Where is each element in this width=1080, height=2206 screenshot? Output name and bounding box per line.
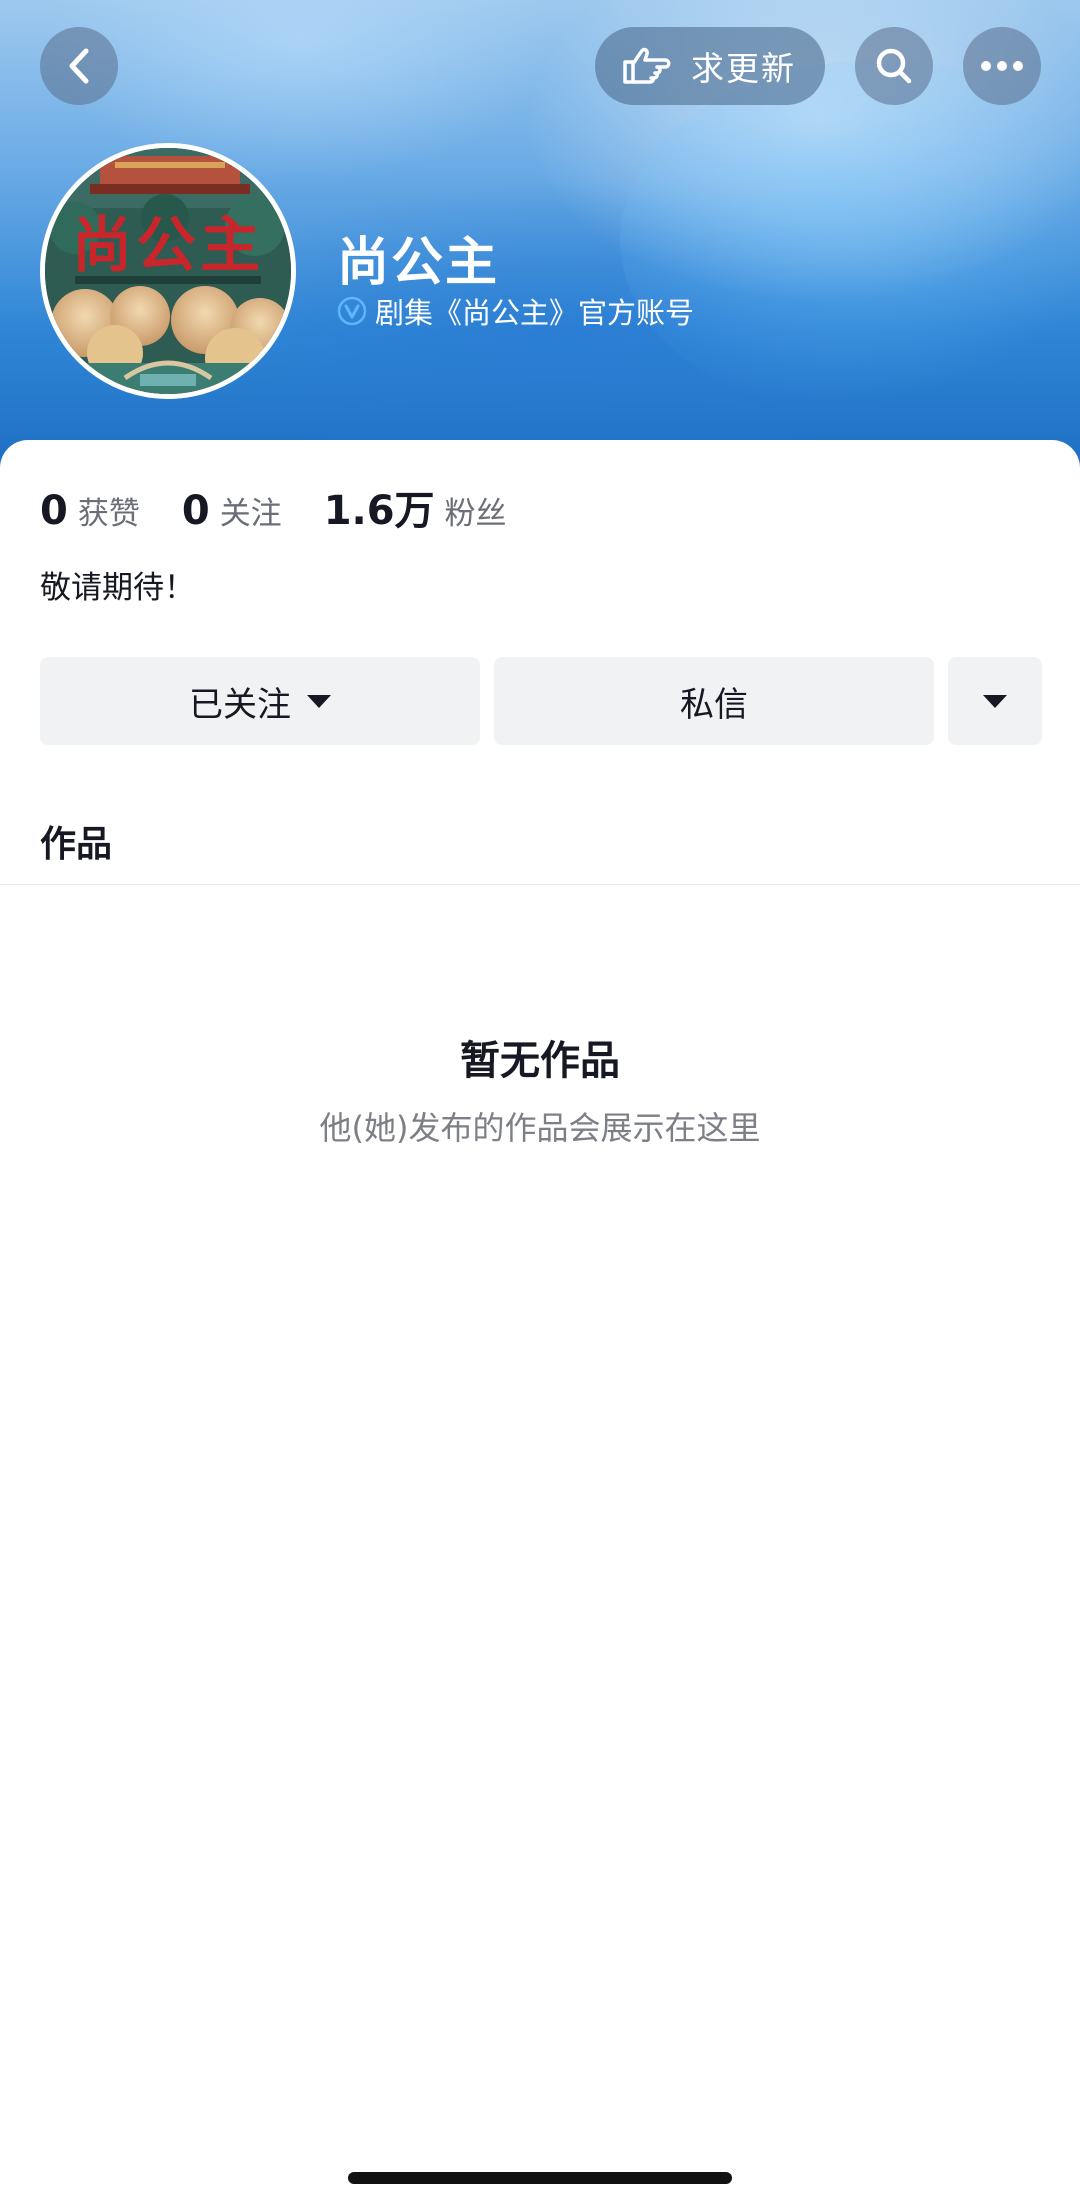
empty-state-subtitle: 他(她)发布的作品会展示在这里	[319, 1109, 761, 1147]
more-button[interactable]	[963, 27, 1041, 105]
profile-name: 尚公主	[337, 233, 500, 293]
tab-works[interactable]: 作品	[40, 815, 112, 867]
empty-state-title: 暂无作品	[460, 1038, 620, 1084]
caret-down-icon	[983, 694, 1007, 708]
back-button[interactable]	[40, 27, 118, 105]
stat-value: 0	[181, 488, 210, 534]
stat-likes[interactable]: 0 获赞	[40, 488, 140, 534]
verified-icon	[337, 296, 367, 326]
pointing-hand-icon	[623, 47, 671, 84]
avatar-artwork: 尚公主	[45, 148, 291, 394]
stat-value: 0	[40, 488, 68, 534]
stat-following[interactable]: 0 关注	[182, 488, 282, 534]
verification-row: 剧集《尚公主》官方账号	[337, 290, 694, 332]
followed-label: 已关注	[189, 684, 291, 725]
request-update-label: 求更新	[691, 49, 796, 88]
search-icon	[876, 48, 912, 84]
bio-text: 敬请期待！	[40, 570, 195, 606]
divider	[0, 884, 1080, 885]
expand-recommend-button[interactable]	[948, 657, 1042, 745]
stat-label: 关注	[219, 496, 282, 532]
stat-label: 获赞	[77, 496, 140, 532]
stat-followers[interactable]: 1.6万 粉丝	[324, 478, 507, 536]
avatar-title: 尚公主	[72, 211, 264, 281]
home-indicator[interactable]	[348, 2172, 732, 2184]
more-icon	[981, 61, 1023, 71]
back-icon	[69, 48, 89, 84]
request-update-button[interactable]: 求更新	[595, 27, 825, 105]
stat-label: 粉丝	[444, 496, 507, 532]
caret-down-icon	[307, 694, 331, 708]
stats-row: 0 获赞 0 关注 1.6万 粉丝	[40, 478, 549, 536]
stat-value: 1.6万	[323, 488, 435, 534]
verification-text: 剧集《尚公主》官方账号	[375, 296, 695, 330]
search-button[interactable]	[855, 27, 933, 105]
message-button[interactable]: 私信	[494, 657, 934, 745]
avatar[interactable]: 尚公主	[40, 143, 296, 399]
message-label: 私信	[680, 684, 748, 725]
followed-button[interactable]: 已关注	[40, 657, 480, 745]
profile-page: 求更新 尚公主 尚公主 剧集《尚公主》官方账号 0 获赞 0 关注 1.6万 粉…	[0, 0, 1080, 2206]
